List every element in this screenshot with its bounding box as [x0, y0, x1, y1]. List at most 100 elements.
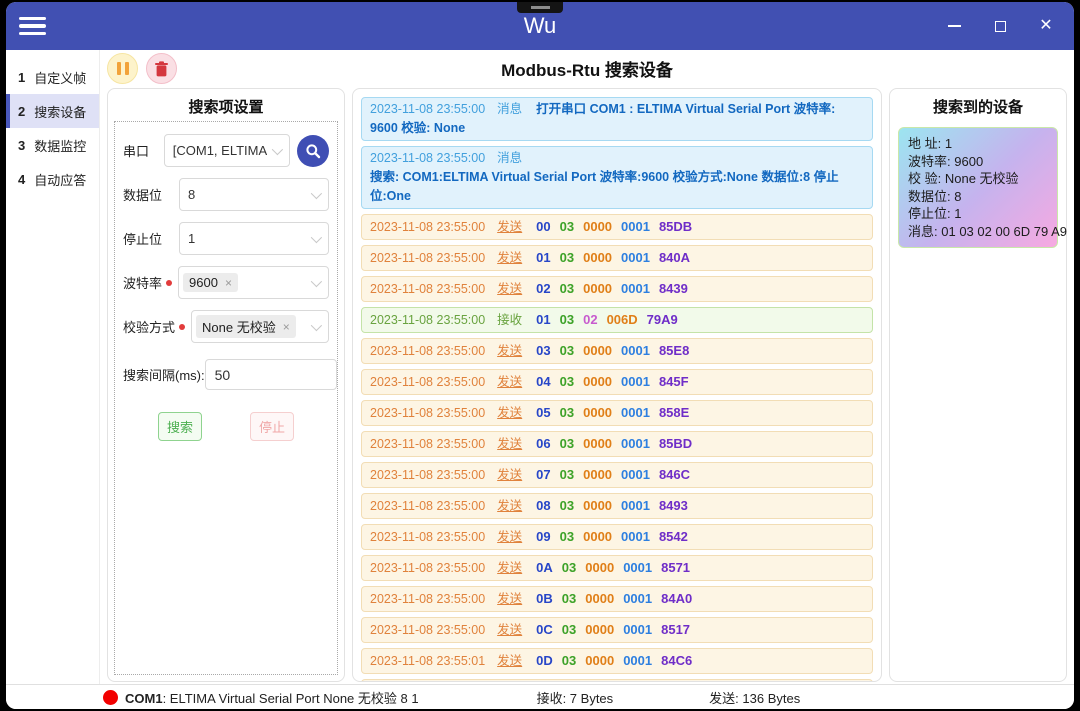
sidebar-item-4[interactable]: 4 自动应答	[6, 162, 99, 196]
settings-title: 搜索项设置	[188, 99, 264, 116]
log-hex-byte: 09	[536, 529, 551, 544]
minimize-button[interactable]	[938, 10, 970, 42]
log-entry: 2023-11-08 23:55:00 消息 打开串口 COM1 : ELTIMA …	[361, 97, 873, 141]
log-hex-byte: 0000	[585, 653, 615, 668]
log-hex-byte: 03	[559, 529, 575, 544]
log-hex-byte: 07	[536, 467, 551, 482]
log-entry: 2023-11-08 23:55:00 发送 08 03 0000 0001 8493	[361, 493, 873, 519]
refresh-ports-button[interactable]	[297, 134, 329, 167]
device-address: 地 址: 1	[908, 136, 953, 151]
log-hex-byte: 03	[559, 219, 575, 234]
log-hex-byte: 0A	[536, 560, 553, 575]
sidebar-item-1[interactable]: 1 自定义帧	[6, 60, 99, 94]
log-entry: 2023-11-08 23:55:00 发送 04 03 0000 0001 845F	[361, 369, 873, 395]
log-hex-byte: 03	[561, 653, 577, 668]
log-hex-byte: 06	[536, 436, 551, 451]
remove-chip-icon[interactable]: ×	[283, 320, 290, 334]
log-hex-byte: 8493	[658, 498, 688, 513]
log-hex-byte: 0000	[583, 219, 613, 234]
parity-chip: None 无校验 ×	[196, 315, 296, 338]
log-hex-byte: 03	[559, 343, 575, 358]
log-type: 消息	[497, 102, 523, 116]
log-hex-byte: 03	[559, 498, 575, 513]
serial-port-value: [COM1, ELTIMA Virtu	[172, 143, 267, 158]
log-hex-byte: 0001	[621, 467, 650, 482]
databits-row: 数据位 8	[123, 178, 329, 211]
databits-value: 8	[188, 187, 196, 202]
log-hex-byte: 0001	[621, 374, 650, 389]
log-type: 发送	[497, 437, 523, 451]
log-timestamp: 2023-11-08 23:55:00	[370, 437, 486, 451]
required-dot-icon	[179, 323, 186, 330]
log-entry: 2023-11-08 23:55:00 发送 03 03 0000 0001 85E8	[361, 338, 873, 364]
received-bytes: 接收: 7 Bytes	[536, 690, 614, 706]
close-button[interactable]: ✕	[1030, 10, 1062, 42]
log-hex-byte: 0000	[585, 591, 615, 606]
databits-select[interactable]: 8	[179, 178, 329, 211]
log-hex-byte: 02	[536, 281, 551, 296]
log-hex-byte: 8517	[661, 622, 691, 637]
chevron-down-icon	[310, 231, 323, 244]
sidebar-item-number: 4	[18, 171, 26, 187]
log-type: 消息	[497, 151, 523, 165]
settings-actions: 搜索 停止	[123, 412, 329, 441]
log-hex-byte: 0000	[583, 374, 613, 389]
found-devices-panel: 搜索到的设备 地 址: 1 波特率: 9600 校 验: None 无校验 数据…	[889, 88, 1067, 682]
remove-chip-icon[interactable]: ×	[225, 276, 232, 290]
log-hex-byte: 8439	[658, 281, 688, 296]
log-hex-byte: 0000	[583, 250, 613, 265]
log-entry: 2023-11-08 23:55:00 发送 0A 03 0000 0001 8571	[361, 555, 873, 581]
minimize-icon	[947, 25, 961, 27]
log-hex-byte: 0C	[536, 622, 553, 637]
baudrate-select[interactable]: 9600 ×	[178, 266, 329, 299]
devices-title: 搜索到的设备	[932, 99, 1023, 116]
clear-log-button[interactable]	[146, 53, 177, 84]
log-entry: 2023-11-08 23:55:00 发送 06 03 0000 0001 85BD	[361, 431, 873, 457]
pause-button[interactable]	[107, 53, 138, 84]
log-hex-byte: 85DB	[658, 219, 693, 234]
sidebar-item-2[interactable]: 2 搜索设备	[6, 94, 99, 128]
log-hex-byte: 0001	[621, 281, 650, 296]
log-hex-byte: 0001	[621, 498, 650, 513]
log-hex-byte: 0000	[583, 467, 613, 482]
stop-button[interactable]: 停止	[250, 412, 294, 441]
log-timestamp: 2023-11-08 23:55:00	[370, 530, 486, 544]
interval-input[interactable]	[204, 359, 337, 390]
log-hex-byte: 85BD	[658, 436, 693, 451]
device-stopbits: 停止位: 1	[908, 206, 962, 221]
window-drag-handle[interactable]	[517, 2, 563, 13]
serial-port-select[interactable]: [COM1, ELTIMA Virtu	[163, 134, 290, 167]
log-timestamp: 2023-11-08 23:55:00	[370, 561, 486, 575]
maximize-button[interactable]	[984, 10, 1016, 42]
log-timestamp: 2023-11-08 23:55:00	[370, 406, 486, 420]
stopbits-select[interactable]: 1	[179, 222, 329, 255]
log-hex-byte: 840A	[658, 250, 691, 265]
log-hex-byte: 08	[536, 498, 551, 513]
log-hex-byte: 03	[561, 591, 577, 606]
log-hex-byte: 04	[536, 374, 551, 389]
log-hex-byte: 0000	[583, 529, 613, 544]
parity-row: 校验方式 None 无校验 ×	[123, 310, 329, 343]
sidebar-item-label: 自定义帧	[34, 70, 87, 86]
search-button[interactable]: 搜索	[158, 412, 202, 441]
log-hex-byte: 03	[561, 622, 577, 637]
log-type: 接收	[497, 313, 523, 327]
window-controls: ✕	[938, 2, 1062, 50]
log-hex-byte: 02	[583, 312, 598, 327]
parity-select[interactable]: None 无校验 ×	[191, 310, 329, 343]
log-entry: 2023-11-08 23:55:01发送0E030000000184F5	[361, 679, 873, 681]
log-hex-byte: 03	[561, 560, 577, 575]
sidebar-item-3[interactable]: 3 数据监控	[6, 128, 99, 162]
settings-fieldset: 串口 [COM1, ELTIMA Virtu	[114, 121, 338, 675]
log-entry: 2023-11-08 23:55:00 发送 0B 03 0000 0001 84A0	[361, 586, 873, 612]
device-card[interactable]: 地 址: 1 波特率: 9600 校 验: None 无校验 数据位: 8 停止…	[898, 127, 1067, 248]
log-hex-byte: 0001	[621, 405, 650, 420]
log-hex-byte: 0000	[583, 436, 613, 451]
log-toolbar	[107, 53, 177, 84]
log-hex-byte: 845F	[658, 374, 689, 389]
log-hex-byte: 03	[559, 312, 575, 327]
stopbits-label: 停止位	[123, 232, 163, 247]
log-timestamp: 2023-11-08 23:55:00	[370, 251, 486, 265]
log-hex-byte: 0000	[585, 560, 615, 575]
databits-label: 数据位	[123, 188, 163, 203]
